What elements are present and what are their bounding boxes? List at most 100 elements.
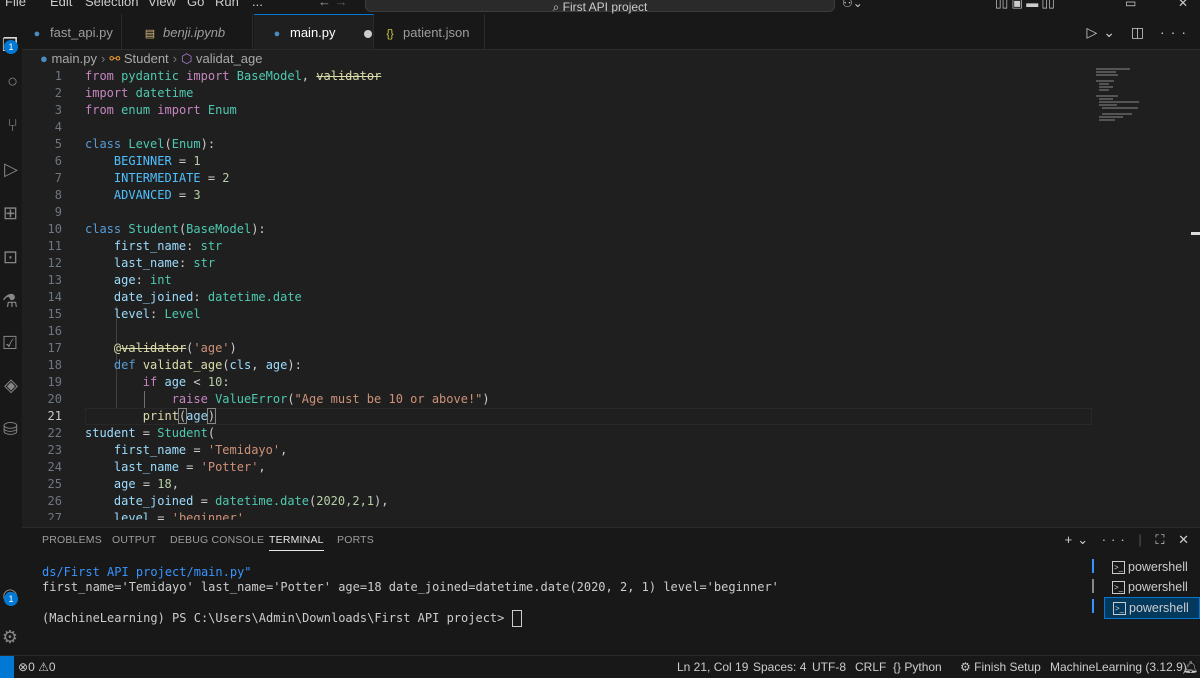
remote-indicator[interactable] [0, 656, 14, 678]
settings-gear-icon[interactable]: ⚙ [0, 626, 18, 648]
tab-label: patient.json [403, 25, 470, 40]
code-editor[interactable]: 1 from pydantic import BaseModel, validat… [22, 68, 1200, 520]
line-number: 5 [54, 137, 62, 151]
menu-view[interactable]: View [148, 0, 176, 9]
more-icon[interactable]: ··· [1102, 532, 1130, 547]
current-line-highlight [85, 408, 1092, 425]
tab-main-py[interactable]: ● main.py [254, 14, 374, 49]
restore-window-icon[interactable]: ▭ [1125, 0, 1136, 10]
more-actions-icon[interactable]: ··· [1160, 24, 1192, 40]
overview-ruler-marker [1191, 232, 1200, 235]
maximize-panel-icon[interactable]: ⛶ [1155, 532, 1169, 547]
back-arrow-icon[interactable]: ← [318, 0, 331, 9]
python-icon[interactable]: ◈ [0, 374, 18, 396]
menu-edit[interactable]: Edit [50, 0, 72, 9]
problems-status[interactable]: ⊗0 ⚠0 [18, 656, 56, 678]
tab-ports[interactable]: PORTS [337, 534, 374, 546]
tab-patient-json[interactable]: {} patient.json [375, 14, 485, 49]
forward-arrow-icon[interactable]: → [335, 0, 348, 9]
run-debug-icon[interactable]: ▷ [0, 158, 18, 180]
tab-label: main.py [290, 25, 336, 40]
close-panel-icon[interactable]: ✕ [1178, 532, 1194, 547]
accounts-badge: 1 [4, 592, 18, 606]
end-of-line[interactable]: CRLF [855, 656, 886, 678]
nav-back-forward[interactable]: ← → [318, 0, 348, 9]
terminal-icon: >_ [1112, 581, 1125, 595]
command-center-label: First API project [562, 0, 648, 14]
line-number: 2 [54, 86, 62, 100]
line-number: 11 [47, 239, 62, 253]
tab-fast-api[interactable]: ● fast_api.py [22, 14, 122, 49]
line-number: 26 [47, 494, 62, 508]
unsaved-dot-icon[interactable] [363, 29, 372, 38]
panel-actions: +⌄ ··· | ⛶ ✕ [1064, 532, 1194, 547]
new-terminal-icon[interactable]: +⌄ [1065, 532, 1093, 547]
terminal-session-active[interactable]: >_ powershell [1104, 597, 1200, 619]
menu-selection[interactable]: Selection [85, 0, 138, 9]
minimap[interactable] [1094, 68, 1154, 128]
terminal-prompt[interactable]: (MachineLearning) PS C:\Users\Admin\Down… [42, 610, 522, 627]
line-number: 23 [47, 443, 62, 457]
tab-benji-notebook[interactable]: ▤ benji.ipynb [123, 14, 253, 49]
database-icon[interactable]: ⛁ [0, 418, 18, 440]
line-number: 24 [47, 460, 62, 474]
python-interpreter[interactable]: MachineLearning (3.12.9) [1050, 656, 1187, 678]
tab-debug-console[interactable]: DEBUG CONSOLE [170, 534, 264, 546]
tab-problems[interactable]: PROBLEMS [42, 534, 102, 546]
tasks-icon[interactable]: ☑ [0, 332, 18, 354]
terminal-line: ds/First API project/main.py" [42, 565, 252, 579]
menu-go[interactable]: Go [187, 0, 204, 9]
line-number: 8 [54, 188, 62, 202]
line-number: 4 [54, 120, 62, 134]
breadcrumb: ● main.py › ⚯ Student › ⬡ validat_age [40, 50, 263, 68]
copilot-icon[interactable]: ⚇⌄ [842, 0, 863, 10]
testing-icon[interactable]: ⚗ [0, 290, 18, 312]
explorer-badge: 1 [4, 40, 18, 54]
line-number: 12 [47, 256, 62, 270]
terminal-session[interactable]: >_ powershell [1104, 577, 1200, 597]
editor-tabs: ● fast_api.py ▤ benji.ipynb ● main.py {} pat… [22, 14, 1200, 50]
line-number: 13 [47, 273, 62, 287]
prompt-text: (MachineLearning) PS C:\Users\Admin\Down… [42, 611, 512, 625]
extensions-icon[interactable]: ⊞ [0, 202, 18, 224]
breadcrumb-file[interactable]: main.py [51, 51, 97, 66]
menu-run[interactable]: Run [215, 0, 239, 9]
search-icon[interactable]: ○ [0, 70, 18, 92]
terminal-session[interactable]: >_ powershell [1104, 557, 1200, 577]
braces-icon: {} [893, 660, 902, 674]
menu-file[interactable]: File [5, 0, 26, 9]
notifications-bell-icon[interactable]: 🔔︎ [1183, 656, 1198, 678]
finish-setup[interactable]: ⚙ Finish Setup [960, 656, 1041, 678]
language-mode[interactable]: {} Python [893, 656, 942, 678]
command-center[interactable]: ⌕ First API project [365, 0, 835, 14]
tab-label: benji.ipynb [163, 25, 226, 40]
breadcrumb-class[interactable]: Student [124, 51, 169, 66]
tab-output[interactable]: OUTPUT [112, 534, 156, 546]
layout-controls-icon[interactable]: ▯▯ ▣ ▬ ▯▯ [995, 0, 1055, 10]
line-number: 25 [47, 477, 62, 491]
warning-icon: ⚠ [38, 660, 49, 674]
line-number: 17 [47, 341, 62, 355]
line-number: 22 [47, 426, 62, 440]
close-window-icon[interactable]: ✕ [1178, 0, 1188, 10]
indentation[interactable]: Spaces: 4 [753, 656, 806, 678]
python-file-icon: ● [33, 28, 41, 40]
breadcrumb-method[interactable]: validat_age [196, 51, 263, 66]
run-python-icon[interactable]: ▷⌄ [1086, 24, 1121, 40]
tab-terminal[interactable]: TERMINAL [269, 534, 324, 551]
remote-explorer-icon[interactable]: ⊡ [0, 246, 18, 268]
source-control-icon[interactable]: ⑂ [0, 114, 18, 136]
menu-more[interactable]: ... [252, 0, 263, 9]
error-icon: ⊗ [18, 660, 29, 674]
cursor-position[interactable]: Ln 21, Col 19 [677, 656, 748, 678]
line-number: 16 [47, 324, 62, 338]
terminal-output: first_name='Temidayo' last_name='Potter'… [42, 580, 779, 594]
encoding[interactable]: UTF-8 [812, 656, 846, 678]
line-number: 9 [54, 205, 62, 219]
split-editor-icon[interactable]: ◫ [1131, 24, 1150, 40]
session-indicator [1092, 599, 1094, 613]
session-indicator [1092, 559, 1094, 573]
title-bar: File Edit Selection View Go Run ... ← → … [0, 0, 1200, 14]
status-bar: ⊗0 ⚠0 Ln 21, Col 19 Spaces: 4 UTF-8 CRLF… [0, 655, 1200, 678]
terminal-icon: >_ [1112, 561, 1125, 575]
